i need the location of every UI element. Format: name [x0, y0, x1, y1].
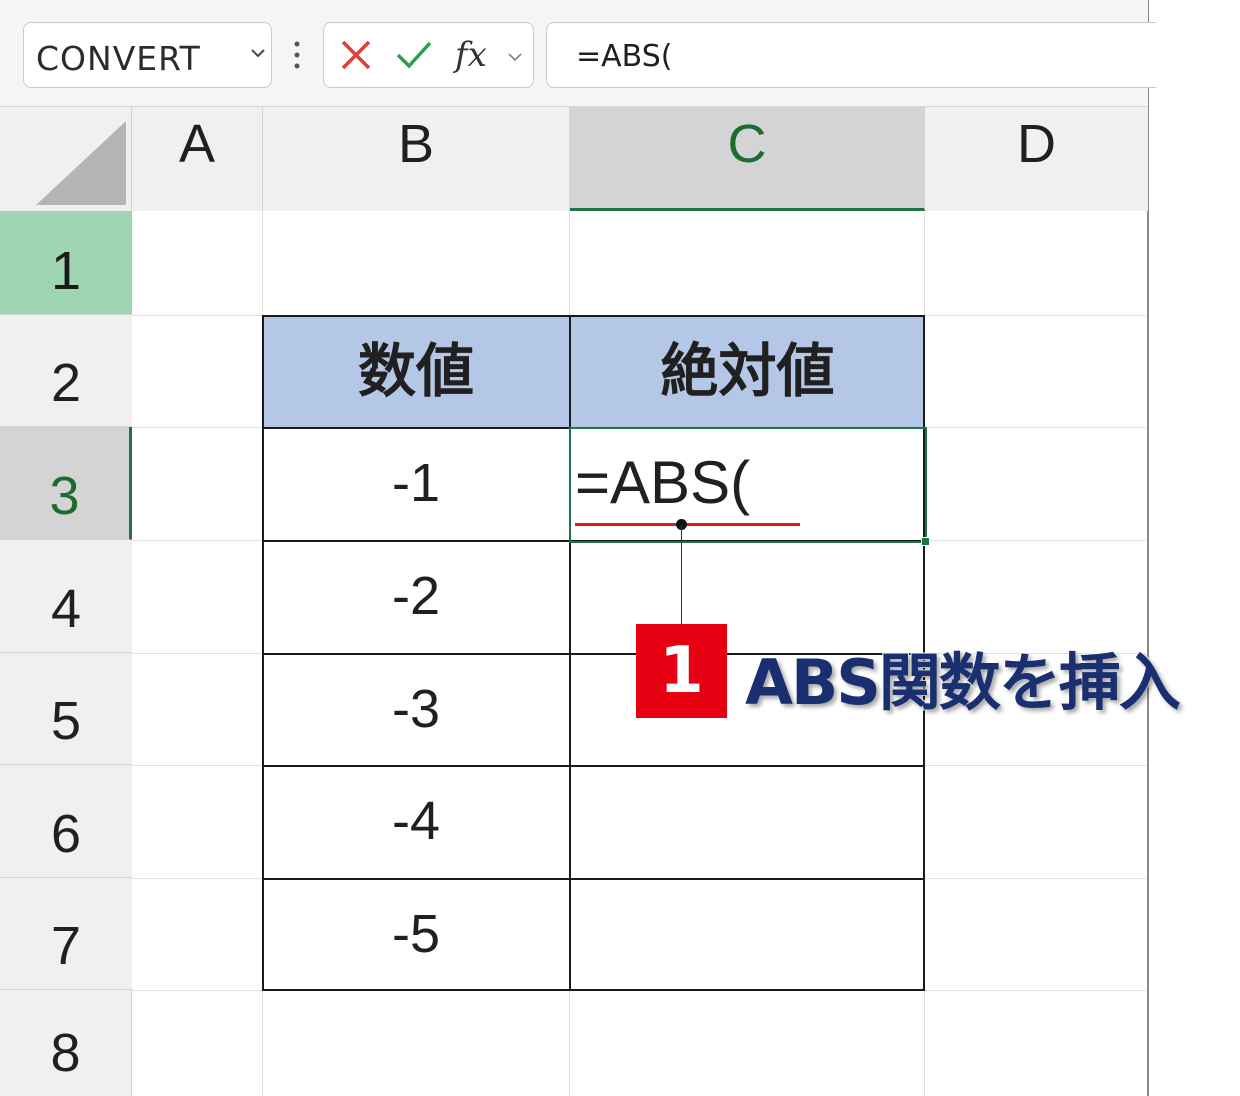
- step-badge: 1: [636, 624, 727, 718]
- row-header-4[interactable]: 4: [0, 540, 132, 653]
- row-header-2[interactable]: 2: [0, 315, 132, 427]
- row-label: 8: [50, 1023, 81, 1083]
- formula-input[interactable]: =ABS(: [546, 22, 1156, 88]
- column-header-b[interactable]: B: [263, 107, 570, 211]
- more-options-icon[interactable]: [291, 40, 303, 70]
- chevron-down-icon[interactable]: [507, 49, 523, 65]
- insert-function-icon[interactable]: fx: [455, 35, 487, 75]
- table-divider: [262, 765, 925, 767]
- row-label: 6: [50, 804, 82, 864]
- column-label: D: [1017, 114, 1056, 174]
- fill-handle[interactable]: [921, 537, 930, 546]
- row-header-1[interactable]: 1: [0, 211, 132, 315]
- table-header-value[interactable]: 数値: [262, 315, 570, 428]
- column-header-a[interactable]: A: [132, 107, 263, 211]
- row-label: 5: [50, 691, 82, 751]
- row-header-3[interactable]: 3: [0, 427, 132, 540]
- table-cell-empty[interactable]: [570, 765, 925, 878]
- table-cell-empty[interactable]: [570, 878, 925, 990]
- row-header-6[interactable]: 6: [0, 765, 132, 878]
- column-label: B: [397, 114, 435, 174]
- column-header-d[interactable]: D: [925, 107, 1148, 211]
- callout-text: ABS関数を挿入: [745, 646, 1181, 719]
- name-box-value: CONVERT: [36, 39, 201, 78]
- highlight-underline: [575, 523, 800, 526]
- select-all-corner[interactable]: [0, 107, 132, 211]
- row-header-8[interactable]: 8: [0, 990, 132, 1096]
- cancel-icon[interactable]: [338, 37, 374, 73]
- formula-controls: fx: [323, 22, 534, 88]
- table-cell-value[interactable]: -2: [262, 540, 570, 653]
- spreadsheet-window: CONVERT fx =ABS(A B C D 1 2 3 4 5 6 7 8…: [0, 0, 1156, 1096]
- table-divider: [262, 878, 925, 880]
- enter-check-icon[interactable]: [394, 37, 434, 73]
- table-cell-value[interactable]: -1: [262, 427, 570, 540]
- row-header-7[interactable]: 7: [0, 878, 132, 990]
- table-header-absolute[interactable]: 絶対値: [570, 315, 925, 428]
- formula-bar: CONVERT fx =ABS(: [0, 0, 1156, 107]
- table-cell-value[interactable]: -4: [262, 765, 570, 878]
- column-label: A: [178, 114, 216, 174]
- leader-line: [681, 525, 682, 625]
- name-box[interactable]: CONVERT: [23, 22, 272, 88]
- column-header-c[interactable]: C: [570, 107, 925, 211]
- column-label: C: [727, 114, 767, 174]
- row-label: 2: [50, 353, 82, 413]
- row-label: 4: [50, 579, 82, 639]
- select-all-triangle-icon: [36, 121, 126, 205]
- formula-text: =ABS(: [576, 39, 673, 74]
- row-header-5[interactable]: 5: [0, 653, 132, 765]
- active-cell-text: =ABS(: [575, 449, 751, 516]
- row-label: 3: [49, 466, 80, 526]
- row-label: 1: [50, 241, 82, 301]
- table-cell-value[interactable]: -3: [262, 653, 570, 765]
- gridline: [132, 990, 1146, 991]
- chevron-down-icon[interactable]: [250, 45, 266, 61]
- row-label: 7: [50, 916, 82, 976]
- table-cell-value[interactable]: -5: [262, 878, 570, 990]
